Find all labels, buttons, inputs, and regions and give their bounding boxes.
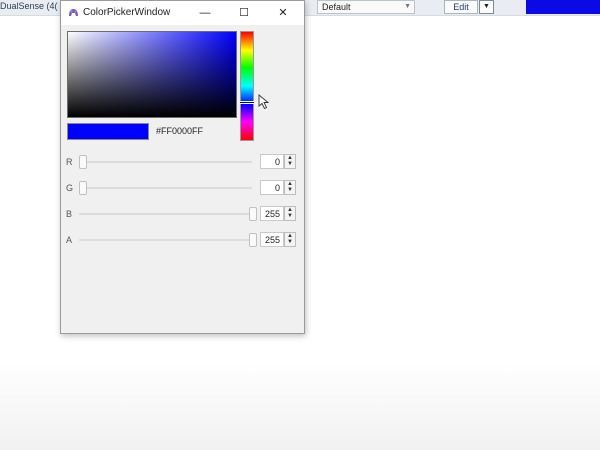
spin-down-icon[interactable]: ▼ bbox=[285, 161, 295, 168]
hue-slider[interactable] bbox=[240, 31, 254, 141]
channel-slider-thumb[interactable] bbox=[249, 207, 257, 221]
channel-label: R bbox=[66, 157, 73, 167]
spin-down-icon[interactable]: ▼ bbox=[285, 187, 295, 194]
channel-slider-thumb[interactable] bbox=[79, 181, 87, 195]
channel-row-a: A 255 ▲ ▼ bbox=[61, 231, 304, 249]
chevron-down-icon: ▼ bbox=[483, 3, 490, 10]
channel-spinner: ▲ ▼ bbox=[284, 232, 296, 247]
channel-spinner: ▲ ▼ bbox=[284, 206, 296, 221]
title-bar[interactable]: ColorPickerWindow — ☐ ✕ bbox=[61, 1, 304, 25]
channel-slider-thumb[interactable] bbox=[79, 155, 87, 169]
mouse-cursor-icon bbox=[258, 94, 270, 110]
spin-down-icon[interactable]: ▼ bbox=[285, 239, 295, 246]
saturation-value-picker[interactable] bbox=[67, 31, 237, 118]
close-button[interactable]: ✕ bbox=[272, 4, 294, 22]
channel-slider-track[interactable] bbox=[79, 161, 252, 163]
color-swatch-button[interactable] bbox=[526, 0, 600, 14]
channel-row-b: B 255 ▲ ▼ bbox=[61, 205, 304, 223]
maximize-button[interactable]: ☐ bbox=[233, 4, 255, 22]
edit-dropdown-button[interactable]: ▼ bbox=[479, 0, 494, 14]
channel-spinner: ▲ ▼ bbox=[284, 180, 296, 195]
minimize-button[interactable]: — bbox=[194, 4, 216, 22]
chevron-down-icon: ▼ bbox=[404, 3, 411, 10]
window-title: ColorPickerWindow bbox=[83, 7, 171, 18]
channel-value-input[interactable]: 255 bbox=[260, 206, 284, 221]
app-icon bbox=[69, 9, 78, 16]
preset-select-value: Default bbox=[322, 2, 351, 12]
channel-value-input[interactable]: 0 bbox=[260, 154, 284, 169]
channel-label: G bbox=[66, 183, 74, 193]
device-label: DualSense (4( bbox=[0, 1, 58, 11]
channel-value-input[interactable]: 0 bbox=[260, 180, 284, 195]
color-picker-window: ColorPickerWindow — ☐ ✕ #FF0000FF R 0 ▲ ▼ G 0… bbox=[60, 0, 305, 334]
edit-button[interactable]: Edit bbox=[444, 0, 478, 14]
hex-value-label: #FF0000FF bbox=[156, 126, 204, 136]
channel-row-r: R 0 ▲ ▼ bbox=[61, 153, 304, 171]
color-preview-swatch bbox=[67, 123, 149, 140]
preset-select[interactable]: Default ▼ bbox=[317, 0, 415, 14]
channel-slider-track[interactable] bbox=[79, 213, 252, 215]
channel-label: B bbox=[66, 209, 73, 219]
hue-slider-marker[interactable] bbox=[240, 101, 254, 105]
channel-label: A bbox=[66, 235, 73, 245]
channel-value-input[interactable]: 255 bbox=[260, 232, 284, 247]
channel-slider-thumb[interactable] bbox=[249, 233, 257, 247]
channel-row-g: G 0 ▲ ▼ bbox=[61, 179, 304, 197]
spin-down-icon[interactable]: ▼ bbox=[285, 213, 295, 220]
channel-spinner: ▲ ▼ bbox=[284, 154, 296, 169]
channel-slider-track[interactable] bbox=[79, 187, 252, 189]
channel-slider-track[interactable] bbox=[79, 239, 252, 241]
